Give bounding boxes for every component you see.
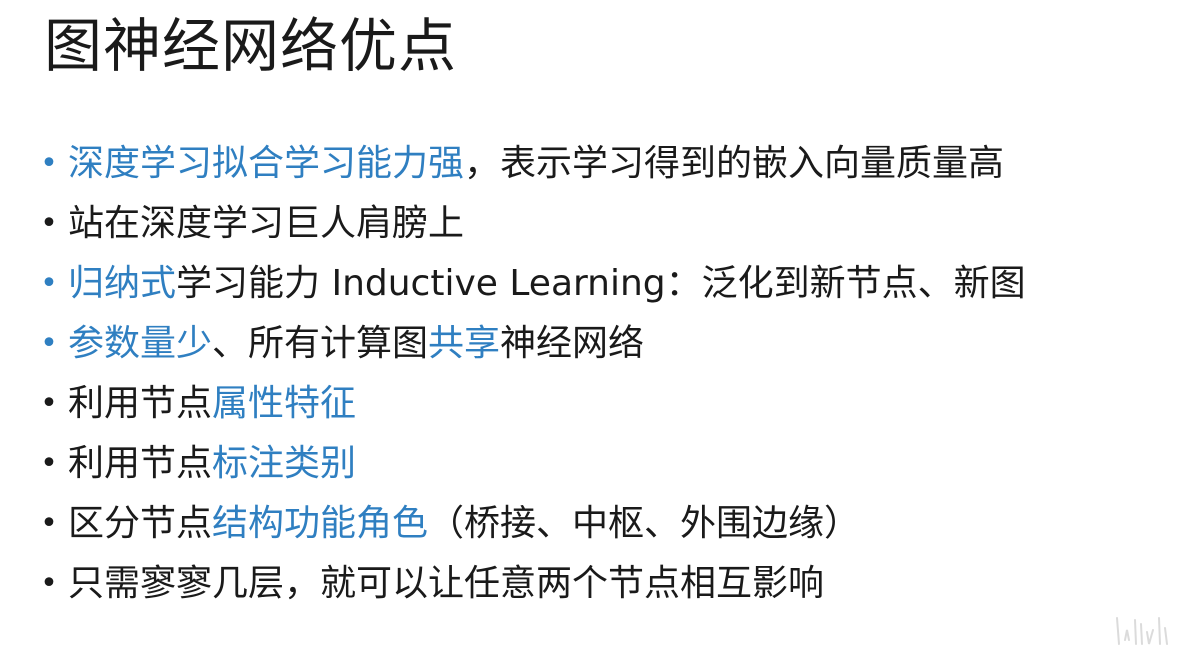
bullet-text: （桥接、中枢、外围边缘） <box>428 503 861 544</box>
bullet-text: 、所有计算图 <box>212 323 429 364</box>
bullet-dot-icon: • <box>40 326 58 361</box>
bullet-dot-icon: • <box>40 506 58 541</box>
bullet-text: 神经网络 <box>500 323 645 364</box>
bullet-dot-icon: • <box>40 206 58 241</box>
bullet-text: 区分节点 <box>68 503 213 544</box>
slide-title: 图神经网络优点 <box>44 12 458 80</box>
bullet-item: • 深度学习拟合学习能力强，表示学习得到的嵌入向量质量高 <box>38 134 1026 194</box>
bullet-item: • 利用节点属性特征 <box>38 374 1026 434</box>
bullet-list: • 深度学习拟合学习能力强，表示学习得到的嵌入向量质量高 • 站在深度学习巨人肩… <box>38 134 1026 614</box>
bullet-item: • 区分节点结构功能角色（桥接、中枢、外围边缘） <box>38 494 1026 554</box>
slide: 图神经网络优点 • 深度学习拟合学习能力强，表示学习得到的嵌入向量质量高 • 站… <box>0 0 1193 654</box>
bullet-text-highlight: 标注类别 <box>212 443 357 484</box>
bullet-text: ，表示学习得到的嵌入向量质量高 <box>464 143 1005 184</box>
bullet-text: 利用节点 <box>68 443 213 484</box>
bullet-text-highlight: 归纳式 <box>68 263 177 304</box>
bullet-dot-icon: • <box>40 566 58 601</box>
bullet-dot-icon: • <box>40 146 58 181</box>
bullet-text-highlight: 属性特征 <box>212 383 357 424</box>
bullet-item: • 站在深度学习巨人肩膀上 <box>38 194 1026 254</box>
bullet-item: • 利用节点标注类别 <box>38 434 1026 494</box>
bullet-text: 只需寥寥几层，就可以让任意两个节点相互影响 <box>68 563 825 604</box>
bullet-text-highlight: 结构功能角色 <box>212 503 429 544</box>
bullet-dot-icon: • <box>40 266 58 301</box>
bullet-text: 学习能力 Inductive Learning：泛化到新节点、新图 <box>176 263 1026 304</box>
bullet-text: 站在深度学习巨人肩膀上 <box>68 203 465 244</box>
bullet-item: • 归纳式学习能力 Inductive Learning：泛化到新节点、新图 <box>38 254 1026 314</box>
bullet-item: • 只需寥寥几层，就可以让任意两个节点相互影响 <box>38 554 1026 614</box>
bullet-dot-icon: • <box>40 386 58 421</box>
bullet-dot-icon: • <box>40 446 58 481</box>
bullet-text-highlight: 参数量少 <box>68 323 213 364</box>
bullet-text-highlight: 深度学习拟合学习能力强 <box>68 143 465 184</box>
watermark-logo <box>1116 617 1168 645</box>
bullet-text-highlight: 共享 <box>428 323 501 364</box>
bullet-text: 利用节点 <box>68 383 213 424</box>
bullet-item: • 参数量少、所有计算图共享神经网络 <box>38 314 1026 374</box>
